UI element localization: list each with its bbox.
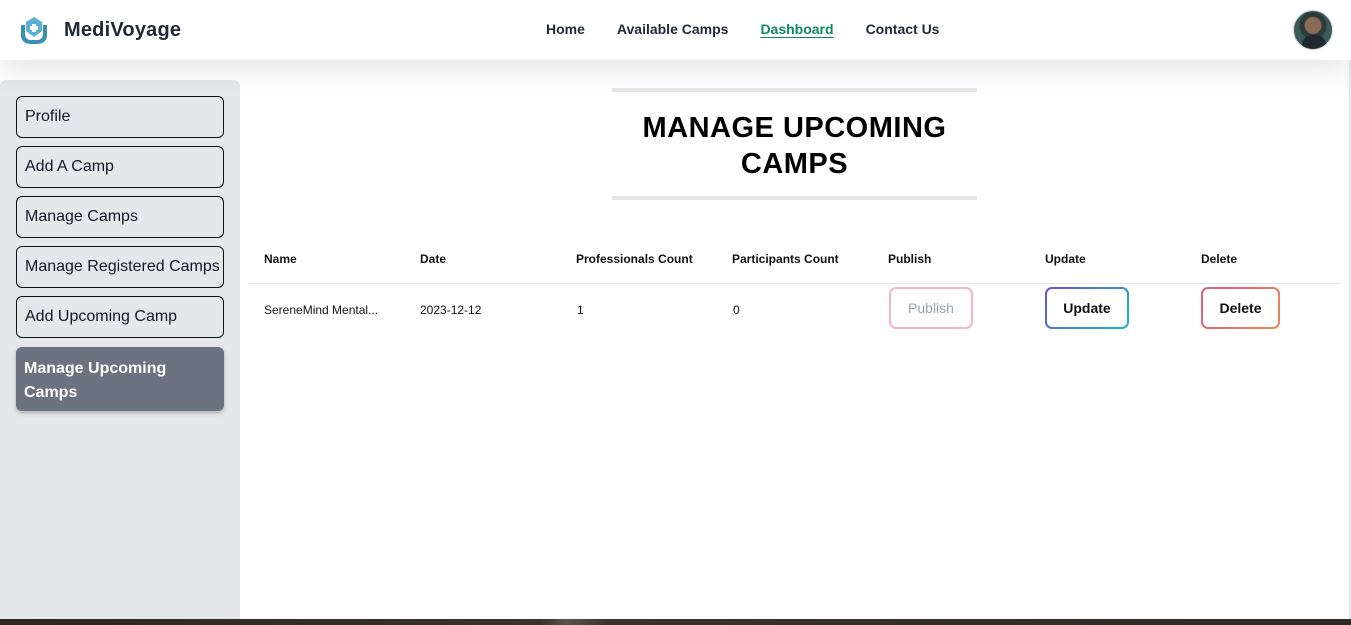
nav-contact-us[interactable]: Contact Us <box>866 21 940 37</box>
medical-hands-logo-icon <box>21 17 47 44</box>
avatar-figure <box>1302 35 1326 49</box>
column-header-date: Date <box>420 252 447 266</box>
column-header-publish: Publish <box>888 252 932 266</box>
sidebar-item-manage-camps[interactable]: Manage Camps <box>16 196 224 238</box>
column-header-name: Name <box>264 252 297 266</box>
header-row-divider <box>248 283 1341 284</box>
heading-bottom-divider <box>612 196 977 200</box>
heading-top-divider <box>612 88 977 92</box>
dashboard-sidebar: Profile Add A Camp Manage Camps Manage R… <box>0 80 240 625</box>
cell-camp-date: 2023-12-12 <box>420 303 482 317</box>
sidebar-item-profile[interactable]: Profile <box>16 96 224 138</box>
page-heading: MANAGE UPCOMING CAMPS <box>612 88 977 200</box>
cell-professionals-count: 1 <box>577 303 584 317</box>
brand-name: MediVoyage <box>64 18 182 41</box>
brand[interactable]: MediVoyage <box>18 13 181 47</box>
navbar: MediVoyage Home Available Camps Dashboar… <box>0 0 1351 60</box>
page-title: MANAGE UPCOMING CAMPS <box>642 112 947 180</box>
column-header-participants-count: Participants Count <box>732 252 839 266</box>
sidebar-item-add-upcoming-camp[interactable]: Add Upcoming Camp <box>16 296 224 338</box>
publish-button[interactable]: Publish <box>889 287 973 329</box>
column-header-update: Update <box>1045 252 1086 266</box>
sidebar-item-manage-upcoming-camps[interactable]: Manage Upcoming Camps <box>16 347 224 411</box>
upcoming-camps-table: Name Date Professionals Count Participan… <box>248 232 1343 332</box>
nav-available-camps[interactable]: Available Camps <box>617 21 729 37</box>
cell-participants-count: 0 <box>733 303 740 317</box>
column-header-delete: Delete <box>1201 252 1238 266</box>
nav-links: Home Available Camps Dashboard Contact U… <box>546 21 971 37</box>
footer-image-strip <box>0 619 1351 625</box>
cell-camp-name: SereneMind Mental... <box>264 303 379 317</box>
column-header-professionals-count: Professionals Count <box>576 252 693 266</box>
sidebar-item-add-camp[interactable]: Add A Camp <box>16 146 224 188</box>
delete-button[interactable]: Delete <box>1201 287 1280 329</box>
update-button[interactable]: Update <box>1045 287 1129 329</box>
nav-home[interactable]: Home <box>546 21 585 37</box>
nav-dashboard[interactable]: Dashboard <box>760 21 833 37</box>
user-avatar[interactable] <box>1293 10 1333 50</box>
sidebar-item-manage-registered-camps[interactable]: Manage Registered Camps <box>16 246 224 288</box>
